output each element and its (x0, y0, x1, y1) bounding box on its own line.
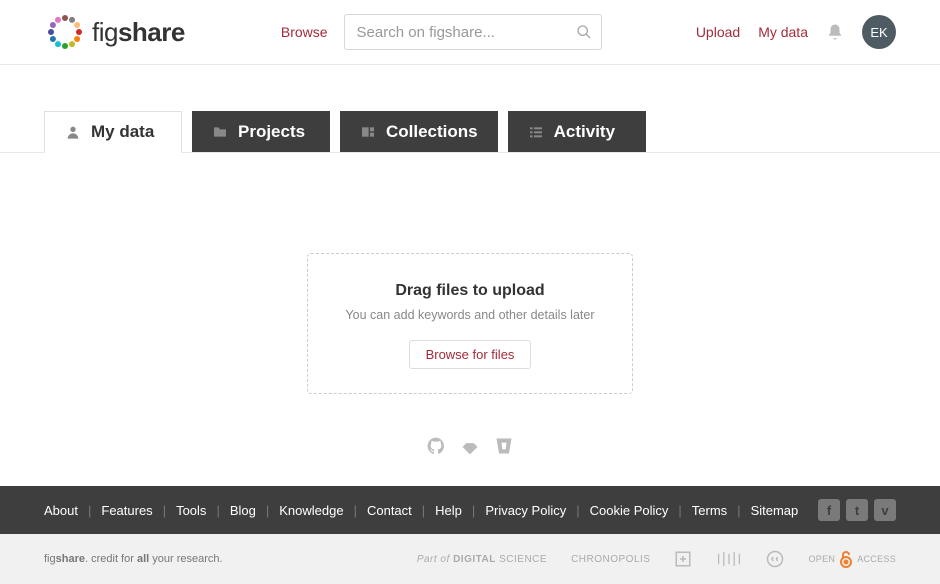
logo[interactable]: figshare (44, 11, 185, 53)
bitbucket-icon[interactable] (494, 436, 514, 456)
tab-my-data[interactable]: My data (44, 111, 182, 153)
footer-links: About| Features| Tools| Blog| Knowledge|… (0, 486, 940, 534)
vimeo-icon[interactable]: v (874, 499, 896, 521)
browse-link[interactable]: Browse (281, 24, 328, 40)
twitter-icon[interactable]: t (846, 499, 868, 521)
bell-icon[interactable] (826, 23, 844, 41)
footer-link-about[interactable]: About (44, 503, 78, 518)
collection-icon (360, 124, 376, 140)
footer-link-knowledge[interactable]: Knowledge (279, 503, 343, 518)
digital-science-logo[interactable]: Part of DIGITAL SCIENCE (417, 554, 547, 565)
footer-link-sitemap[interactable]: Sitemap (751, 503, 799, 518)
folder-icon (212, 124, 228, 140)
tab-activity[interactable]: Activity (508, 111, 646, 152)
upload-link[interactable]: Upload (696, 24, 740, 40)
main: Drag files to upload You can add keyword… (0, 153, 940, 486)
tabs: My data Projects Collections Activity (0, 65, 940, 153)
partner-badge-1-icon[interactable] (674, 550, 692, 568)
tab-collections[interactable]: Collections (340, 111, 498, 152)
logo-text: figshare (92, 17, 185, 48)
dropzone[interactable]: Drag files to upload You can add keyword… (307, 253, 633, 394)
github-icon[interactable] (426, 436, 446, 456)
header-right: Upload My data EK (696, 15, 896, 49)
person-icon (65, 124, 81, 140)
chronopolis-logo[interactable]: CHRONOPOLIS (571, 554, 650, 565)
tab-label: My data (91, 122, 154, 142)
footer-social: f t v (818, 499, 896, 521)
search-icon (576, 24, 592, 40)
list-icon (528, 124, 544, 140)
provider-icons (426, 436, 514, 456)
avatar[interactable]: EK (862, 15, 896, 49)
footer-link-features[interactable]: Features (101, 503, 152, 518)
search-wrap (344, 14, 602, 50)
cc-icon[interactable] (766, 550, 784, 568)
drop-title: Drag files to upload (328, 282, 612, 300)
footer-link-privacy[interactable]: Privacy Policy (485, 503, 566, 518)
search-input[interactable] (344, 14, 602, 50)
mydata-link[interactable]: My data (758, 24, 808, 40)
tab-label: Projects (238, 122, 305, 142)
footer-link-contact[interactable]: Contact (367, 503, 412, 518)
footer-link-blog[interactable]: Blog (230, 503, 256, 518)
drop-subtitle: You can add keywords and other details l… (328, 308, 612, 322)
tab-label: Activity (554, 122, 615, 142)
footer-link-help[interactable]: Help (435, 503, 462, 518)
gitlab-icon[interactable] (460, 436, 480, 456)
open-access-icon (839, 550, 853, 568)
footer-link-cookie[interactable]: Cookie Policy (590, 503, 669, 518)
footer-link-terms[interactable]: Terms (692, 503, 727, 518)
tab-projects[interactable]: Projects (192, 111, 330, 152)
open-access-logo[interactable]: OPEN ACCESS (808, 550, 896, 568)
browse-files-button[interactable]: Browse for files (409, 340, 532, 369)
facebook-icon[interactable]: f (818, 499, 840, 521)
header: figshare Browse Upload My data EK (0, 0, 940, 65)
tab-label: Collections (386, 122, 478, 142)
footer-link-tools[interactable]: Tools (176, 503, 206, 518)
logo-swirl-icon (44, 11, 86, 53)
partner-badge-2-icon[interactable] (716, 550, 742, 568)
partner-logos: Part of DIGITAL SCIENCE CHRONOPOLIS OPEN… (417, 550, 896, 568)
tagline: figshare. credit for all your research. (44, 553, 223, 565)
